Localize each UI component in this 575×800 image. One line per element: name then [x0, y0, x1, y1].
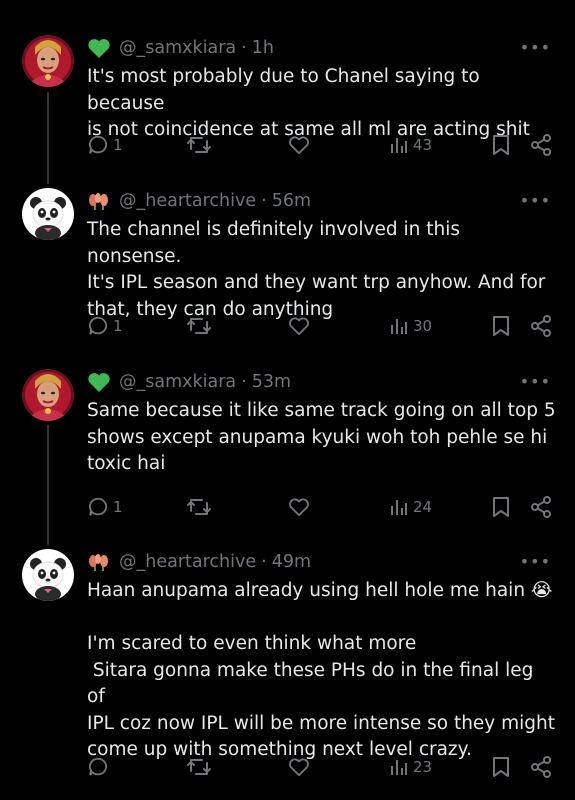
bookmark-icon: [492, 496, 510, 518]
separator-dot: ·: [241, 372, 247, 392]
thread-line: [47, 425, 49, 545]
post-actions: 1 24: [87, 494, 557, 520]
reply-button[interactable]: 1: [87, 132, 123, 158]
more-options-icon[interactable]: •••: [520, 38, 551, 57]
post-actions: 1 43: [87, 132, 557, 158]
post-time[interactable]: 49m: [272, 552, 311, 572]
avatar-heartarchive[interactable]: [22, 549, 74, 601]
post-actions: 23: [87, 754, 557, 780]
post-header: @_samxkiara · 1h: [87, 35, 274, 61]
reply-count: 1: [113, 136, 123, 154]
views-button[interactable]: 23: [389, 754, 432, 780]
like-button[interactable]: [288, 754, 310, 780]
bookmark-icon: [492, 315, 510, 337]
avatar-heartarchive[interactable]: [22, 188, 74, 240]
share-icon: [529, 133, 553, 157]
reply-icon: [87, 315, 109, 337]
bookmark-icon: [492, 134, 510, 156]
green-heart-icon: [87, 371, 111, 393]
repost-icon: [187, 315, 211, 337]
heart-outline-icon: [288, 316, 310, 336]
views-count: 43: [413, 136, 433, 154]
share-icon: [529, 755, 553, 779]
share-icon: [529, 495, 553, 519]
reply-icon: [87, 496, 109, 518]
share-button[interactable]: [529, 494, 553, 520]
heart-outline-icon: [288, 497, 310, 517]
separator-dot: ·: [261, 552, 267, 572]
username[interactable]: @_heartarchive: [119, 191, 256, 211]
reply-button[interactable]: 1: [87, 494, 123, 520]
repost-icon: [187, 496, 211, 518]
heart-outline-icon: [288, 757, 310, 777]
views-chart-icon: [389, 497, 409, 517]
share-button[interactable]: [529, 132, 553, 158]
more-options-icon[interactable]: •••: [520, 372, 551, 391]
share-button[interactable]: [529, 313, 553, 339]
views-button[interactable]: 24: [389, 494, 432, 520]
post-time[interactable]: 1h: [252, 38, 274, 58]
username[interactable]: @_samxkiara: [119, 38, 236, 58]
repost-icon: [187, 134, 211, 156]
bookmark-button[interactable]: [492, 494, 510, 520]
username[interactable]: @_heartarchive: [119, 552, 256, 572]
reply-button[interactable]: 1: [87, 313, 123, 339]
like-button[interactable]: [288, 494, 310, 520]
bookmark-button[interactable]: [492, 132, 510, 158]
views-count: 23: [413, 758, 433, 776]
repost-icon: [187, 756, 211, 778]
post-text: Same because it like same track going on…: [87, 400, 556, 474]
bookmark-icon: [492, 756, 510, 778]
partial-text-top: -: [96, 0, 106, 9]
thread-line: [47, 92, 49, 184]
post-time[interactable]: 56m: [272, 191, 311, 211]
share-button[interactable]: [529, 754, 553, 780]
reply-icon: [87, 756, 109, 778]
post-text: The channel is definitely involved in th…: [87, 219, 546, 320]
repost-button[interactable]: [187, 313, 211, 339]
separator-dot: ·: [261, 191, 267, 211]
avatar-samxkiara[interactable]: [22, 369, 74, 421]
like-button[interactable]: [288, 313, 310, 339]
reply-count: 1: [113, 317, 123, 335]
username[interactable]: @_samxkiara: [119, 372, 236, 392]
repost-button[interactable]: [187, 754, 211, 780]
share-icon: [529, 314, 553, 338]
post-actions: 1 30: [87, 313, 557, 339]
views-chart-icon: [389, 757, 409, 777]
post-time[interactable]: 53m: [252, 372, 291, 392]
post-header: @_heartarchive · 49m: [87, 549, 311, 575]
views-count: 30: [413, 317, 433, 335]
heart-outline-icon: [288, 135, 310, 155]
views-button[interactable]: 43: [389, 132, 432, 158]
post-header: @_heartarchive · 56m: [87, 188, 311, 214]
repost-button[interactable]: [187, 132, 211, 158]
more-options-icon[interactable]: •••: [520, 191, 551, 210]
views-chart-icon: [389, 316, 409, 336]
bookmark-button[interactable]: [492, 313, 510, 339]
separator-dot: ·: [241, 38, 247, 58]
flowers-icon: [87, 551, 111, 573]
bookmark-button[interactable]: [492, 754, 510, 780]
reply-count: 1: [113, 498, 123, 516]
reply-button[interactable]: [87, 754, 113, 780]
reply-icon: [87, 134, 109, 156]
post-text: Haan anupama already using hell hole me …: [87, 580, 556, 760]
views-chart-icon: [389, 135, 409, 155]
flowers-icon: [87, 190, 111, 212]
post-header: @_samxkiara · 53m: [87, 369, 291, 395]
repost-button[interactable]: [187, 494, 211, 520]
green-heart-icon: [87, 37, 111, 59]
more-options-icon[interactable]: •••: [520, 552, 551, 571]
views-count: 24: [413, 498, 433, 516]
avatar-samxkiara[interactable]: [22, 35, 74, 87]
like-button[interactable]: [288, 132, 310, 158]
views-button[interactable]: 30: [389, 313, 432, 339]
